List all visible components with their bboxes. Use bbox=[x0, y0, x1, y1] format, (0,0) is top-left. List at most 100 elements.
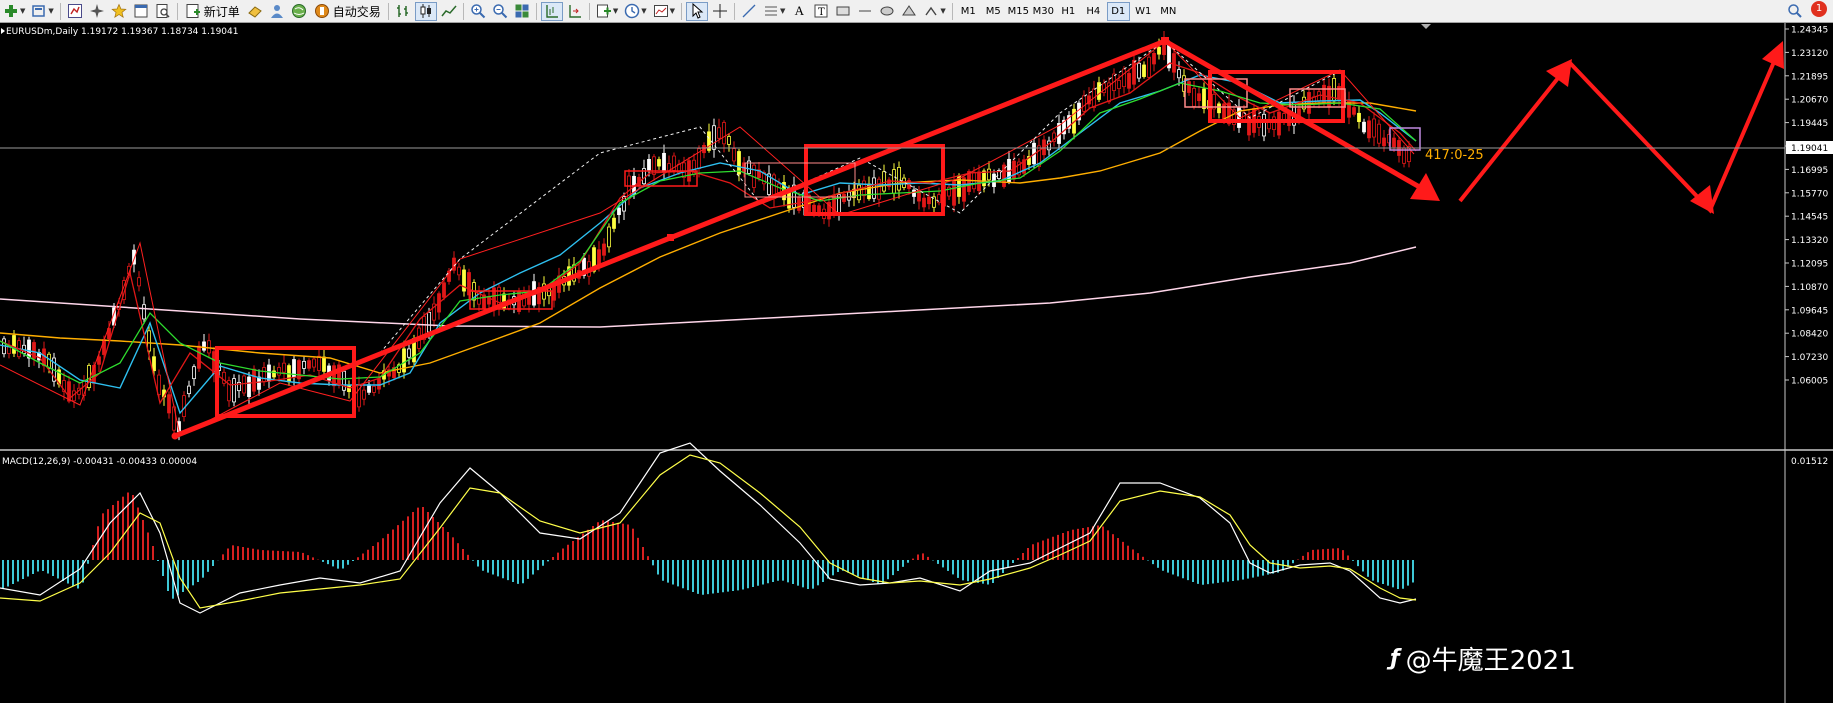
macd-bar bbox=[152, 546, 154, 560]
macd-bar bbox=[1002, 560, 1004, 573]
strategy-tester-button[interactable] bbox=[153, 2, 173, 21]
chart-window[interactable]: 417:0-25 EURUSDm,Daily 1.19172 1.19367 1… bbox=[0, 23, 1833, 703]
crosshair-tool-button[interactable] bbox=[710, 2, 730, 21]
timeframe-h1[interactable]: H1 bbox=[1057, 2, 1080, 21]
macd-bar bbox=[937, 560, 939, 564]
candle-body bbox=[1277, 111, 1281, 136]
candle-body bbox=[1217, 103, 1221, 114]
hline-tool-button[interactable]: ▼ bbox=[761, 2, 787, 21]
zoom-out-button[interactable] bbox=[490, 2, 510, 21]
timeframe-mn[interactable]: MN bbox=[1157, 2, 1180, 21]
terminal-button[interactable] bbox=[131, 2, 151, 21]
macd-bar bbox=[337, 560, 339, 569]
macd-bar bbox=[692, 560, 694, 592]
indicators-button[interactable]: ▼ bbox=[594, 2, 620, 21]
timeframe-d1[interactable]: D1 bbox=[1106, 1, 1130, 21]
triangle-tool-button[interactable] bbox=[899, 2, 919, 21]
macd-bar bbox=[967, 560, 969, 582]
experts-button[interactable] bbox=[267, 2, 287, 21]
macd-bar bbox=[1142, 556, 1144, 560]
macd-bar bbox=[662, 560, 664, 581]
candle-body bbox=[987, 168, 991, 181]
bar-chart-button[interactable] bbox=[393, 2, 413, 21]
candle-body bbox=[312, 358, 316, 368]
rectangle-tool-button[interactable] bbox=[833, 2, 853, 21]
macd-bar bbox=[512, 560, 514, 582]
macd-bar bbox=[657, 560, 659, 575]
macd-bar bbox=[202, 560, 204, 578]
meta-editor-button[interactable] bbox=[245, 2, 265, 21]
arrows-icon bbox=[925, 6, 937, 16]
macd-bar bbox=[1212, 560, 1214, 584]
candlestick-button[interactable] bbox=[414, 1, 437, 21]
timeframe-w1[interactable]: W1 bbox=[1132, 2, 1155, 21]
auto-trading-label: 自动交易 bbox=[332, 4, 381, 19]
pencil-book-icon bbox=[248, 6, 262, 18]
macd-bar bbox=[452, 537, 454, 560]
line-chart-button[interactable] bbox=[439, 2, 459, 21]
candle-body bbox=[1352, 107, 1356, 115]
text-label-tool-button[interactable]: T bbox=[811, 2, 831, 21]
trendline-tool-button[interactable] bbox=[739, 2, 759, 21]
alert-badge[interactable]: 1 bbox=[1811, 1, 1827, 17]
timeframe-h4[interactable]: H4 bbox=[1082, 2, 1105, 21]
macd-bar bbox=[1132, 549, 1134, 560]
macd-bar bbox=[732, 560, 734, 591]
macd-bar bbox=[1332, 548, 1334, 560]
search-icon[interactable] bbox=[1787, 3, 1803, 19]
macd-bar bbox=[962, 560, 964, 581]
auto-trading-button[interactable]: 自动交易 bbox=[311, 2, 384, 21]
tile-windows-icon bbox=[515, 4, 529, 18]
macd-bar bbox=[1347, 555, 1349, 560]
macd-bar bbox=[772, 560, 774, 582]
macd-bar bbox=[972, 560, 974, 582]
tile-windows-button[interactable] bbox=[512, 2, 532, 21]
chart-shift-button[interactable] bbox=[540, 1, 563, 21]
line-tool-button[interactable] bbox=[855, 2, 875, 21]
macd-bar bbox=[467, 554, 469, 560]
macd-bar bbox=[547, 560, 549, 562]
auto-scroll-button[interactable] bbox=[565, 2, 585, 21]
candle-body bbox=[857, 184, 861, 201]
macd-bar bbox=[737, 560, 739, 591]
macd-bar bbox=[1087, 527, 1089, 560]
globe-button[interactable] bbox=[289, 2, 309, 21]
cursor-tool-button[interactable] bbox=[685, 1, 708, 21]
text-tool-button[interactable]: A bbox=[789, 2, 809, 21]
market-watch-button[interactable] bbox=[65, 2, 85, 21]
favorites-button[interactable] bbox=[109, 2, 129, 21]
new-chart-button[interactable]: ▼ bbox=[1, 2, 27, 21]
profiles-button[interactable]: ▼ bbox=[29, 2, 55, 21]
candle-body bbox=[657, 159, 661, 167]
timeframe-m1[interactable]: M1 bbox=[957, 2, 980, 21]
timeframe-m30[interactable]: M30 bbox=[1032, 2, 1055, 21]
new-order-button[interactable]: 新订单 bbox=[182, 2, 243, 21]
price-label: 1.19445 bbox=[1791, 119, 1828, 129]
zoom-in-button[interactable] bbox=[468, 2, 488, 21]
macd-bar bbox=[1357, 560, 1359, 567]
candle-body bbox=[1222, 103, 1226, 120]
timeframe-m5[interactable]: M5 bbox=[982, 2, 1005, 21]
candle-body bbox=[982, 170, 986, 187]
templates-button[interactable]: ▼ bbox=[651, 2, 677, 21]
periods-button[interactable]: ▼ bbox=[622, 2, 648, 21]
ellipse-tool-button[interactable] bbox=[877, 2, 897, 21]
navigator-button[interactable] bbox=[87, 2, 107, 21]
price-label: 1.23120 bbox=[1791, 49, 1828, 59]
timeframe-m15[interactable]: M15 bbox=[1007, 2, 1030, 21]
candle-body bbox=[232, 378, 236, 403]
macd-bar bbox=[257, 549, 259, 560]
candle-body bbox=[1192, 87, 1196, 107]
candle-body bbox=[187, 385, 191, 395]
candle-body bbox=[322, 356, 326, 372]
candle-body bbox=[722, 122, 726, 145]
macd-bar bbox=[697, 560, 699, 594]
macd-bar bbox=[1032, 544, 1034, 560]
macd-bar bbox=[292, 551, 294, 560]
market-watch-icon bbox=[67, 4, 82, 18]
candle-body bbox=[1372, 118, 1376, 138]
candle-body bbox=[1082, 95, 1086, 112]
arrows-tool-button[interactable]: ▼ bbox=[921, 2, 947, 21]
macd-bar bbox=[522, 560, 524, 584]
macd-bar bbox=[537, 560, 539, 571]
